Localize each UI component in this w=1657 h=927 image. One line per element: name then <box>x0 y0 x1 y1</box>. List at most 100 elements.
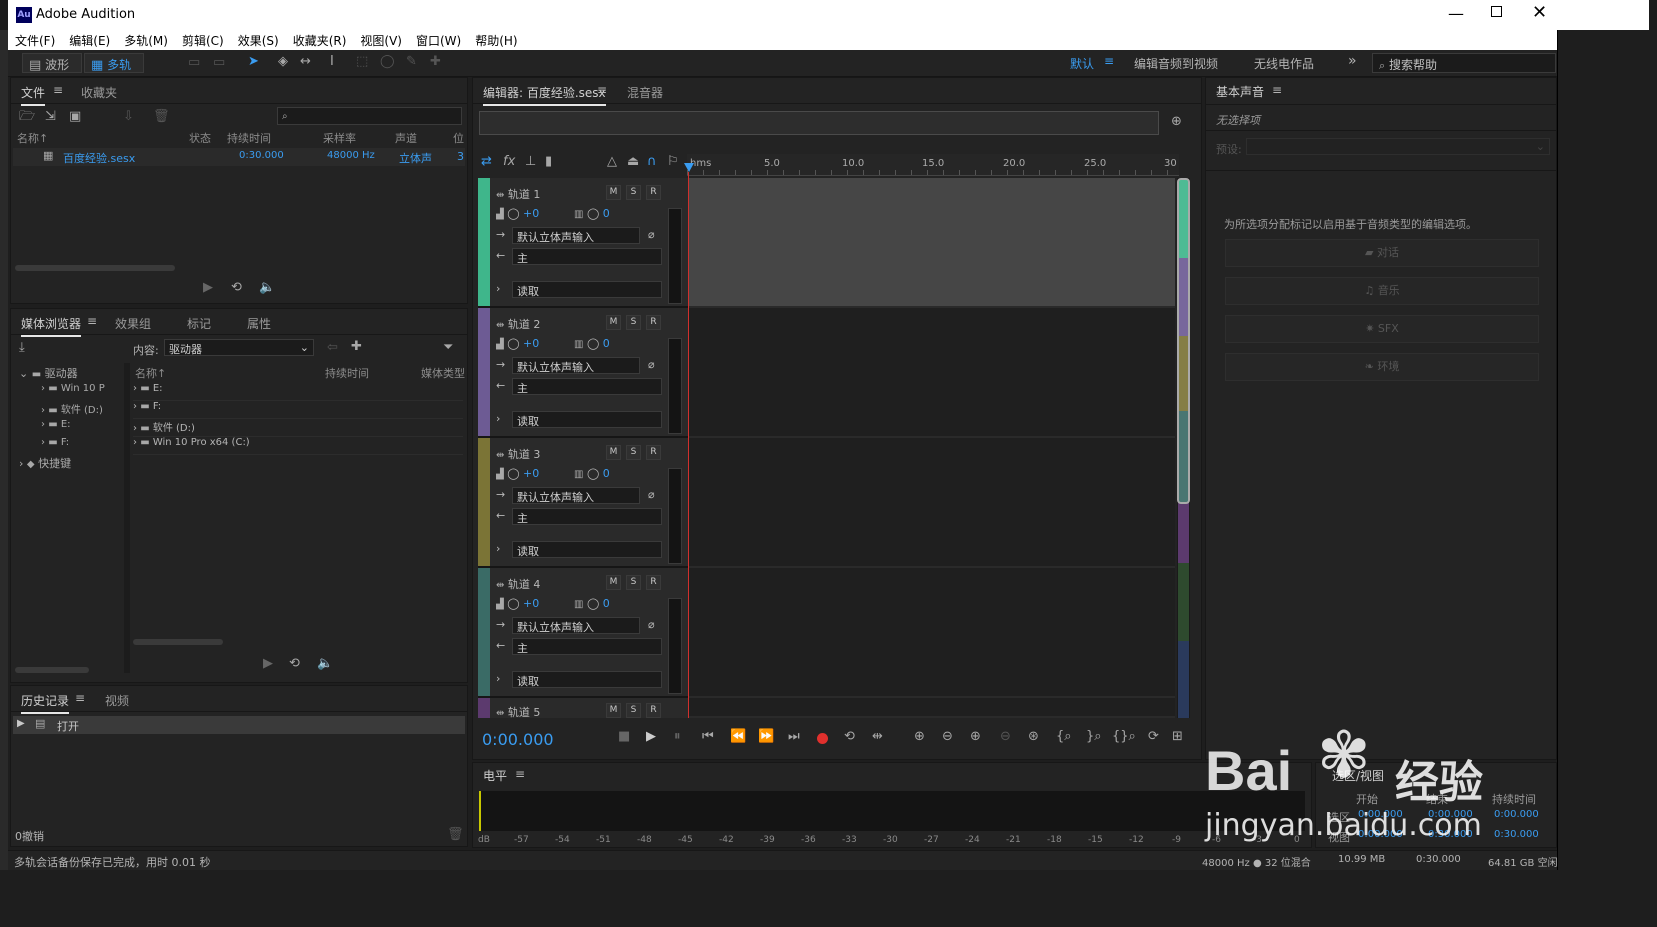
workspace-edit-video[interactable]: 编辑音频到视频 <box>1134 55 1218 72</box>
workspace-menu-icon[interactable]: ≡ <box>1104 54 1114 68</box>
menu-clip[interactable]: 剪辑(C) <box>175 30 231 51</box>
track-name[interactable]: ⇹ 轨道 2 <box>496 316 540 332</box>
menu-edit[interactable]: 编辑(E) <box>62 30 117 51</box>
open-folder-icon[interactable]: 🗁 <box>19 110 35 123</box>
output-select[interactable]: 主 <box>512 248 662 265</box>
input-select[interactable]: 默认立体声输入 <box>512 227 640 244</box>
files-menu-icon[interactable]: ≡ <box>53 83 63 97</box>
automation-select[interactable]: 读取 <box>512 671 662 688</box>
tree-win10[interactable]: › ▬ Win 10 P <box>41 383 105 394</box>
volume-knob[interactable]: ▟ ◯ +0 <box>496 467 539 480</box>
solo-button[interactable]: S <box>626 575 641 590</box>
autoplay-icon[interactable]: 🔈 <box>259 281 275 294</box>
track-lane-2[interactable] <box>688 308 1175 438</box>
col-media-type[interactable]: 媒体类型 <box>421 365 465 381</box>
essential-menu-icon[interactable]: ≡ <box>1272 83 1282 97</box>
loop-icon[interactable]: ⟲ <box>289 657 300 670</box>
tab-editor[interactable]: 编辑器: 百度经验.sesx <box>483 84 606 106</box>
dialogue-button[interactable]: ▰ 对话 <box>1225 239 1539 267</box>
zoom-reset-icon[interactable]: ⟳ <box>1148 730 1159 743</box>
rewind-icon[interactable]: ⏪ <box>730 730 746 743</box>
search-help-field[interactable]: ⌕ 搜索帮助 <box>1372 53 1556 73</box>
record-arm-button[interactable]: R <box>646 315 661 330</box>
menu-file[interactable]: 文件(F) <box>8 30 62 51</box>
overview-bar[interactable] <box>479 111 1159 135</box>
zoom-in-time-icon[interactable]: ⊕ <box>970 730 981 743</box>
tab-markers[interactable]: 标记 <box>187 315 211 332</box>
record-arm-button[interactable]: R <box>646 575 661 590</box>
volume-knob[interactable]: ▟ ◯ +0 <box>496 207 539 220</box>
menu-help[interactable]: 帮助(H) <box>468 30 524 51</box>
time-selection-icon[interactable]: I <box>330 55 334 68</box>
input-select[interactable]: 默认立体声输入 <box>512 617 640 634</box>
phase-icon[interactable]: ⌀ <box>648 618 655 631</box>
pan-knob[interactable]: ▥ ◯ 0 <box>574 597 610 610</box>
history-item[interactable]: ▶ ▤ 打开 <box>13 716 465 734</box>
phase-icon[interactable]: ⌀ <box>648 488 655 501</box>
tree-hscrollbar[interactable] <box>15 667 89 673</box>
snap-icon[interactable]: ⏏ <box>627 155 639 168</box>
track-lane-4[interactable] <box>688 568 1175 698</box>
skip-end-icon[interactable]: ⏭ <box>788 730 800 743</box>
spectral-icon[interactable]: ▭ <box>188 56 200 69</box>
marker-icon[interactable]: ⚐ <box>667 155 679 168</box>
workspace-default[interactable]: 默认 <box>1070 55 1094 72</box>
pause-icon[interactable]: ⏸ <box>674 730 681 743</box>
track-1[interactable]: ⇹ 轨道 1 M S R ▟ ◯ +0 ▥ ◯ 0 → 默认立体声输入 ⌀ ← … <box>478 178 688 308</box>
phase-icon[interactable]: ⌀ <box>648 358 655 371</box>
output-select[interactable]: 主 <box>512 508 662 525</box>
menu-window[interactable]: 窗口(W) <box>409 30 468 51</box>
autoplay-icon[interactable]: 🔈 <box>317 657 333 670</box>
sfx-button[interactable]: ✷ SFX <box>1225 315 1539 343</box>
menu-favorites[interactable]: 收藏夹(R) <box>286 30 354 51</box>
preset-select[interactable]: ⌄ <box>1246 138 1550 155</box>
media-menu-icon[interactable]: ≡ <box>87 314 97 328</box>
solo-button[interactable]: S <box>626 315 641 330</box>
solo-button[interactable]: S <box>626 703 641 718</box>
col-name[interactable]: 名称↑ <box>135 365 166 381</box>
zoom-selection-icon[interactable]: {}⌕ <box>1112 730 1136 743</box>
level-menu-icon[interactable]: ≡ <box>515 767 525 781</box>
more-workspaces-button[interactable]: » <box>1348 53 1357 69</box>
pan-knob[interactable]: ▥ ◯ 0 <box>574 467 610 480</box>
slip-tool-icon[interactable]: ↔ <box>300 55 311 68</box>
col-duration[interactable]: 持续时间 <box>227 130 271 146</box>
track-name[interactable]: ⇹ 轨道 5 <box>496 704 540 718</box>
volume-knob[interactable]: ▟ ◯ +0 <box>496 337 539 350</box>
tree-e[interactable]: › ▬ E: <box>41 419 71 430</box>
mute-button[interactable]: M <box>606 185 621 200</box>
record-arm-button[interactable]: R <box>646 445 661 460</box>
stop-icon[interactable]: ■ <box>618 730 630 743</box>
tab-favorites[interactable]: 收藏夹 <box>81 84 117 101</box>
tab-history[interactable]: 历史记录 <box>21 692 70 714</box>
track-name[interactable]: ⇹ 轨道 1 <box>496 186 540 202</box>
play-icon[interactable]: ▶ <box>203 281 213 294</box>
music-button[interactable]: ♫ 音乐 <box>1225 277 1539 305</box>
add-shortcut-icon[interactable]: ✚ <box>351 340 362 353</box>
play-icon[interactable]: ▶ <box>263 657 273 670</box>
record-icon[interactable] <box>817 733 828 744</box>
media-hscrollbar[interactable] <box>133 639 223 645</box>
content-select[interactable]: 驱动器 ⌄ <box>164 339 314 356</box>
marquee-icon[interactable]: ⬚ <box>356 55 368 68</box>
menu-multitrack[interactable]: 多轨(M) <box>117 30 175 51</box>
razor-tool-icon[interactable]: ◈ <box>278 55 288 68</box>
playhead-marker[interactable] <box>684 163 694 172</box>
zoom-out-full-icon[interactable]: ⊛ <box>1028 730 1039 743</box>
zoom-in-point-icon[interactable]: {⌕ <box>1056 730 1072 743</box>
track-2[interactable]: ⇹ 轨道 2 M S R ▟ ◯ +0 ▥ ◯ 0 → 默认立体声输入 ⌀ ← … <box>478 308 688 438</box>
zoom-navigator-icon[interactable]: ⊕ <box>1171 115 1182 128</box>
mute-button[interactable]: M <box>606 703 621 718</box>
inputs-outputs-icon[interactable]: ⇄ <box>481 155 492 168</box>
delete-icon[interactable]: 🗑 <box>153 110 170 123</box>
record-arm-button[interactable]: R <box>646 703 661 718</box>
files-hscrollbar[interactable] <box>15 265 175 271</box>
multitrack-view-button[interactable]: ▦ 多轨 <box>84 53 144 73</box>
zoom-out-time-icon[interactable]: ⊖ <box>1000 730 1011 743</box>
automation-select[interactable]: 读取 <box>512 411 662 428</box>
volume-knob[interactable]: ▟ ◯ +0 <box>496 597 539 610</box>
metronome-icon[interactable]: △ <box>607 155 617 168</box>
zoom-out-point-icon[interactable]: }⌕ <box>1086 730 1102 743</box>
track-lane-5[interactable] <box>688 698 1175 718</box>
sends-icon[interactable]: ⊥ <box>525 155 536 168</box>
